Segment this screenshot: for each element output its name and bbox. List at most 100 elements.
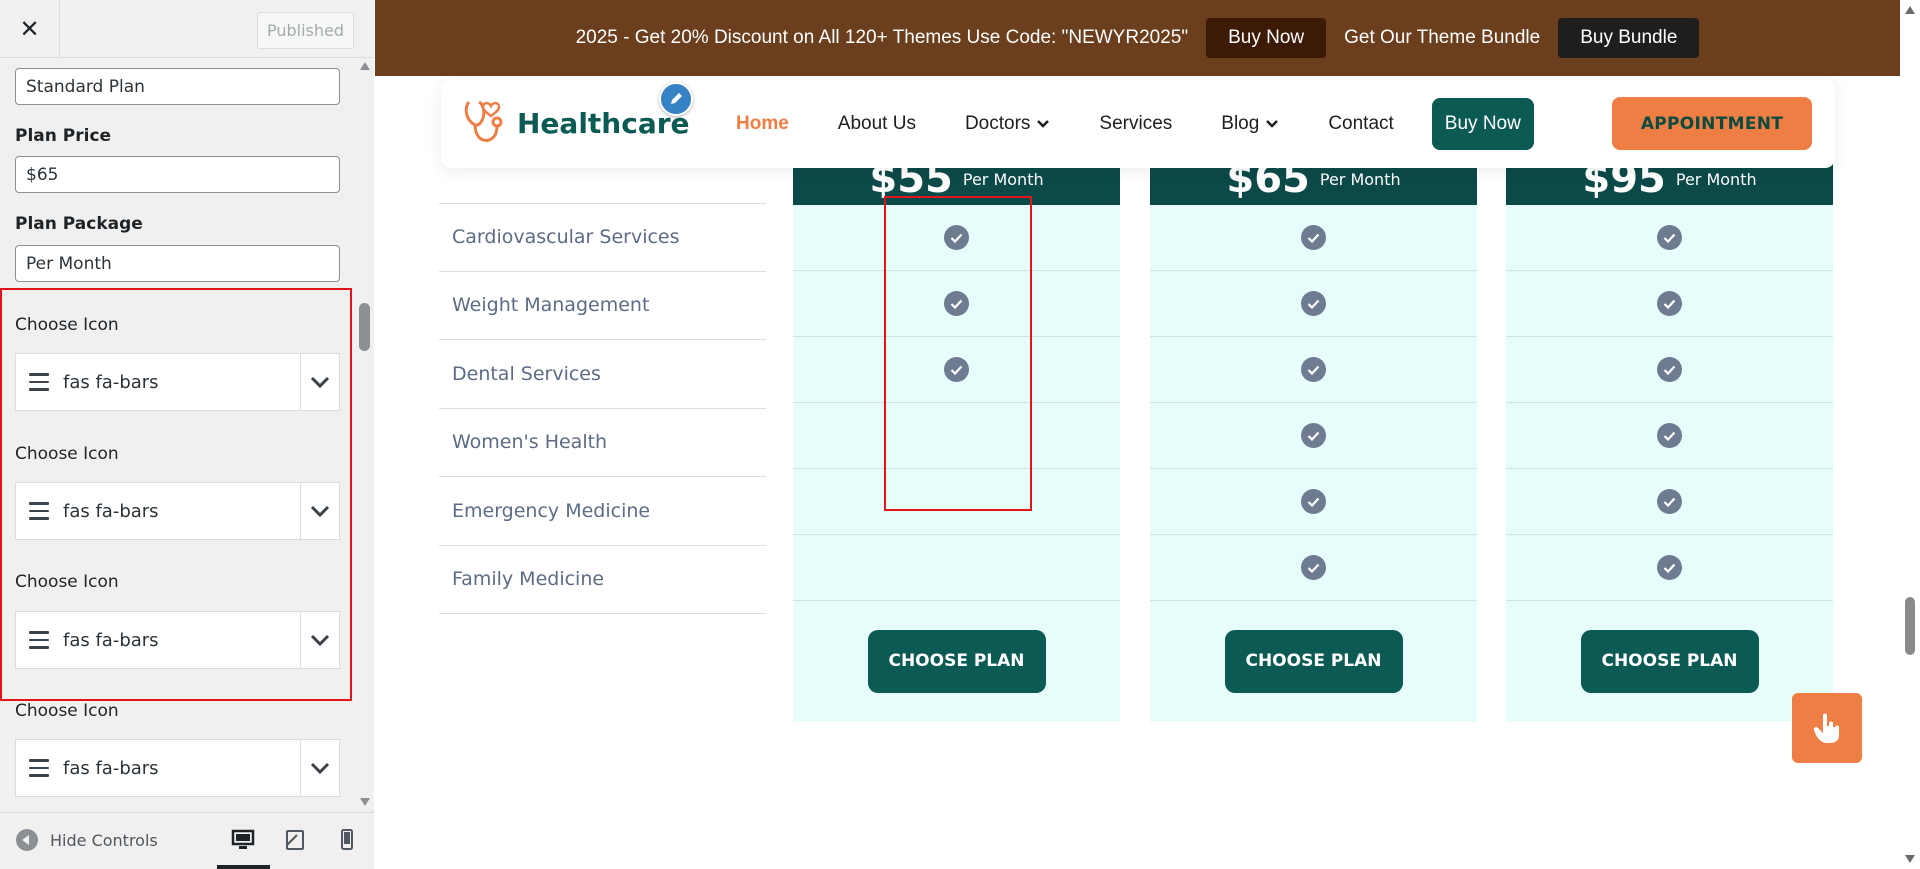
chevron-down-icon[interactable] bbox=[300, 740, 339, 796]
customizer-sidebar: ✕ Published Standard Plan Plan Price $65… bbox=[0, 0, 374, 869]
pointer-hand-icon bbox=[1813, 713, 1839, 743]
sidebar-footer: Hide Controls bbox=[0, 812, 374, 869]
check-circle-icon bbox=[1301, 423, 1326, 448]
hide-controls-label: Hide Controls bbox=[50, 830, 158, 850]
bundle-text: Get Our Theme Bundle bbox=[1344, 27, 1541, 48]
plan-price-label: Plan Price bbox=[15, 126, 112, 146]
check-circle-icon bbox=[1657, 291, 1682, 316]
choose-plan-button[interactable]: CHOOSE PLAN bbox=[1580, 629, 1759, 693]
scroll-up-icon[interactable] bbox=[360, 62, 370, 70]
plan-package-input[interactable]: Per Month bbox=[15, 245, 340, 282]
scroll-down-icon[interactable] bbox=[1905, 855, 1915, 863]
check-circle-icon bbox=[1657, 225, 1682, 250]
check-circle-icon bbox=[1657, 423, 1682, 448]
plan-row bbox=[1150, 205, 1477, 271]
appointment-button[interactable]: APPOINTMENT bbox=[1612, 97, 1812, 150]
nav-menu: Home About Us Doctors Services Blog Cont… bbox=[736, 80, 1534, 168]
plan-row bbox=[793, 535, 1120, 601]
plan-row bbox=[1150, 403, 1477, 469]
check-circle-icon bbox=[1301, 291, 1326, 316]
nav-buy-now-button[interactable]: Buy Now bbox=[1431, 98, 1534, 150]
check-circle-icon bbox=[1657, 555, 1682, 580]
plan-row bbox=[1150, 469, 1477, 535]
active-device-indicator bbox=[217, 865, 270, 869]
nav-item-label: Doctors bbox=[964, 113, 1031, 134]
edit-pencil-icon[interactable] bbox=[659, 82, 693, 116]
plan-package-label: Plan Package bbox=[15, 214, 143, 234]
plan-row bbox=[1506, 403, 1833, 469]
pointer-hand-button[interactable] bbox=[1792, 693, 1862, 763]
plan-cta-wrap: CHOOSE PLAN bbox=[1150, 601, 1477, 721]
check-circle-icon bbox=[1301, 489, 1326, 514]
check-circle-icon bbox=[1301, 225, 1326, 250]
plan-name-input[interactable]: Standard Plan bbox=[15, 68, 340, 105]
plan-row bbox=[1150, 535, 1477, 601]
promo-bar: 2025 - Get 20% Discount on All 120+ Them… bbox=[375, 0, 1900, 76]
highlight-box bbox=[0, 288, 352, 701]
feature-row: Dental Services bbox=[439, 340, 766, 409]
choose-icon-label: Choose Icon bbox=[15, 701, 119, 721]
feature-list: Cardiovascular Services Weight Managemen… bbox=[439, 203, 766, 614]
feature-row: Cardiovascular Services bbox=[439, 203, 766, 272]
feature-row: Emergency Medicine bbox=[439, 477, 766, 546]
main-navigation: Healthcare Home About Us Doctors Service… bbox=[441, 80, 1835, 168]
choose-plan-button[interactable]: CHOOSE PLAN bbox=[867, 629, 1046, 693]
plan-price-input[interactable]: $65 bbox=[15, 156, 340, 193]
plan-row bbox=[1506, 205, 1833, 271]
feature-row: Weight Management bbox=[439, 272, 766, 340]
nav-item-about-us[interactable]: About Us bbox=[838, 113, 916, 135]
plan-package: Per Month bbox=[1675, 170, 1757, 189]
plan-row bbox=[1506, 469, 1833, 535]
icon-picker-text: fas fa-bars bbox=[63, 757, 159, 779]
feature-row: Women's Health bbox=[439, 409, 766, 477]
nav-item-services[interactable]: Services bbox=[1099, 113, 1172, 135]
plan-row bbox=[1506, 337, 1833, 403]
check-circle-icon bbox=[1657, 357, 1682, 382]
highlight-box bbox=[884, 196, 1032, 511]
plan-cta-wrap: CHOOSE PLAN bbox=[793, 601, 1120, 721]
plan-column: $65 Per Month CHOOSE PLAN bbox=[1150, 150, 1477, 722]
sidebar-header: ✕ Published bbox=[0, 0, 374, 58]
check-circle-icon bbox=[1301, 555, 1326, 580]
plan-row bbox=[1150, 337, 1477, 403]
plan-row bbox=[1506, 535, 1833, 601]
chevron-down-icon bbox=[1037, 120, 1050, 128]
nav-item-label: Blog bbox=[1221, 113, 1260, 134]
stethoscope-icon bbox=[464, 100, 503, 142]
preview-scrollbar[interactable] bbox=[1900, 0, 1920, 869]
feature-row: Family Medicine bbox=[439, 546, 766, 614]
collapse-icon bbox=[16, 829, 38, 851]
promo-text: 2025 - Get 20% Discount on All 120+ Them… bbox=[575, 27, 1189, 48]
nav-item-blog[interactable]: Blog bbox=[1221, 113, 1279, 135]
close-icon[interactable]: ✕ bbox=[0, 0, 60, 58]
check-circle-icon bbox=[1657, 489, 1682, 514]
plan-cta-wrap: CHOOSE PLAN bbox=[1506, 601, 1833, 721]
scroll-down-icon[interactable] bbox=[360, 798, 370, 806]
bars-icon bbox=[29, 759, 49, 777]
published-button[interactable]: Published bbox=[257, 12, 354, 49]
chevron-down-icon bbox=[1266, 120, 1279, 128]
promo-buy-now-button[interactable]: Buy Now bbox=[1206, 18, 1327, 58]
plan-row bbox=[1150, 271, 1477, 337]
scroll-thumb[interactable] bbox=[1905, 597, 1915, 655]
plan-package: Per Month bbox=[1319, 170, 1401, 189]
scroll-up-icon[interactable] bbox=[1905, 6, 1915, 14]
plan-package: Per Month bbox=[962, 170, 1044, 189]
check-circle-icon bbox=[1301, 357, 1326, 382]
nav-item-contact[interactable]: Contact bbox=[1328, 113, 1393, 135]
nav-item-doctors[interactable]: Doctors bbox=[965, 113, 1050, 135]
plan-row bbox=[1506, 271, 1833, 337]
sidebar-scrollbar[interactable] bbox=[356, 58, 374, 810]
hide-controls-button[interactable]: Hide Controls bbox=[16, 829, 158, 851]
icon-picker-value[interactable]: fas fa-bars bbox=[16, 740, 300, 796]
site-logo[interactable]: Healthcare bbox=[461, 98, 690, 148]
buy-bundle-button[interactable]: Buy Bundle bbox=[1558, 18, 1700, 58]
desktop-icon[interactable] bbox=[230, 827, 256, 853]
mobile-icon[interactable] bbox=[334, 827, 360, 853]
plan-column: $95 Per Month CHOOSE PLAN bbox=[1506, 150, 1833, 722]
tablet-icon[interactable] bbox=[282, 827, 308, 853]
icon-picker[interactable]: fas fa-bars bbox=[15, 739, 340, 797]
choose-plan-button[interactable]: CHOOSE PLAN bbox=[1224, 629, 1403, 693]
scroll-thumb[interactable] bbox=[359, 303, 370, 351]
nav-item-home[interactable]: Home bbox=[736, 113, 789, 135]
